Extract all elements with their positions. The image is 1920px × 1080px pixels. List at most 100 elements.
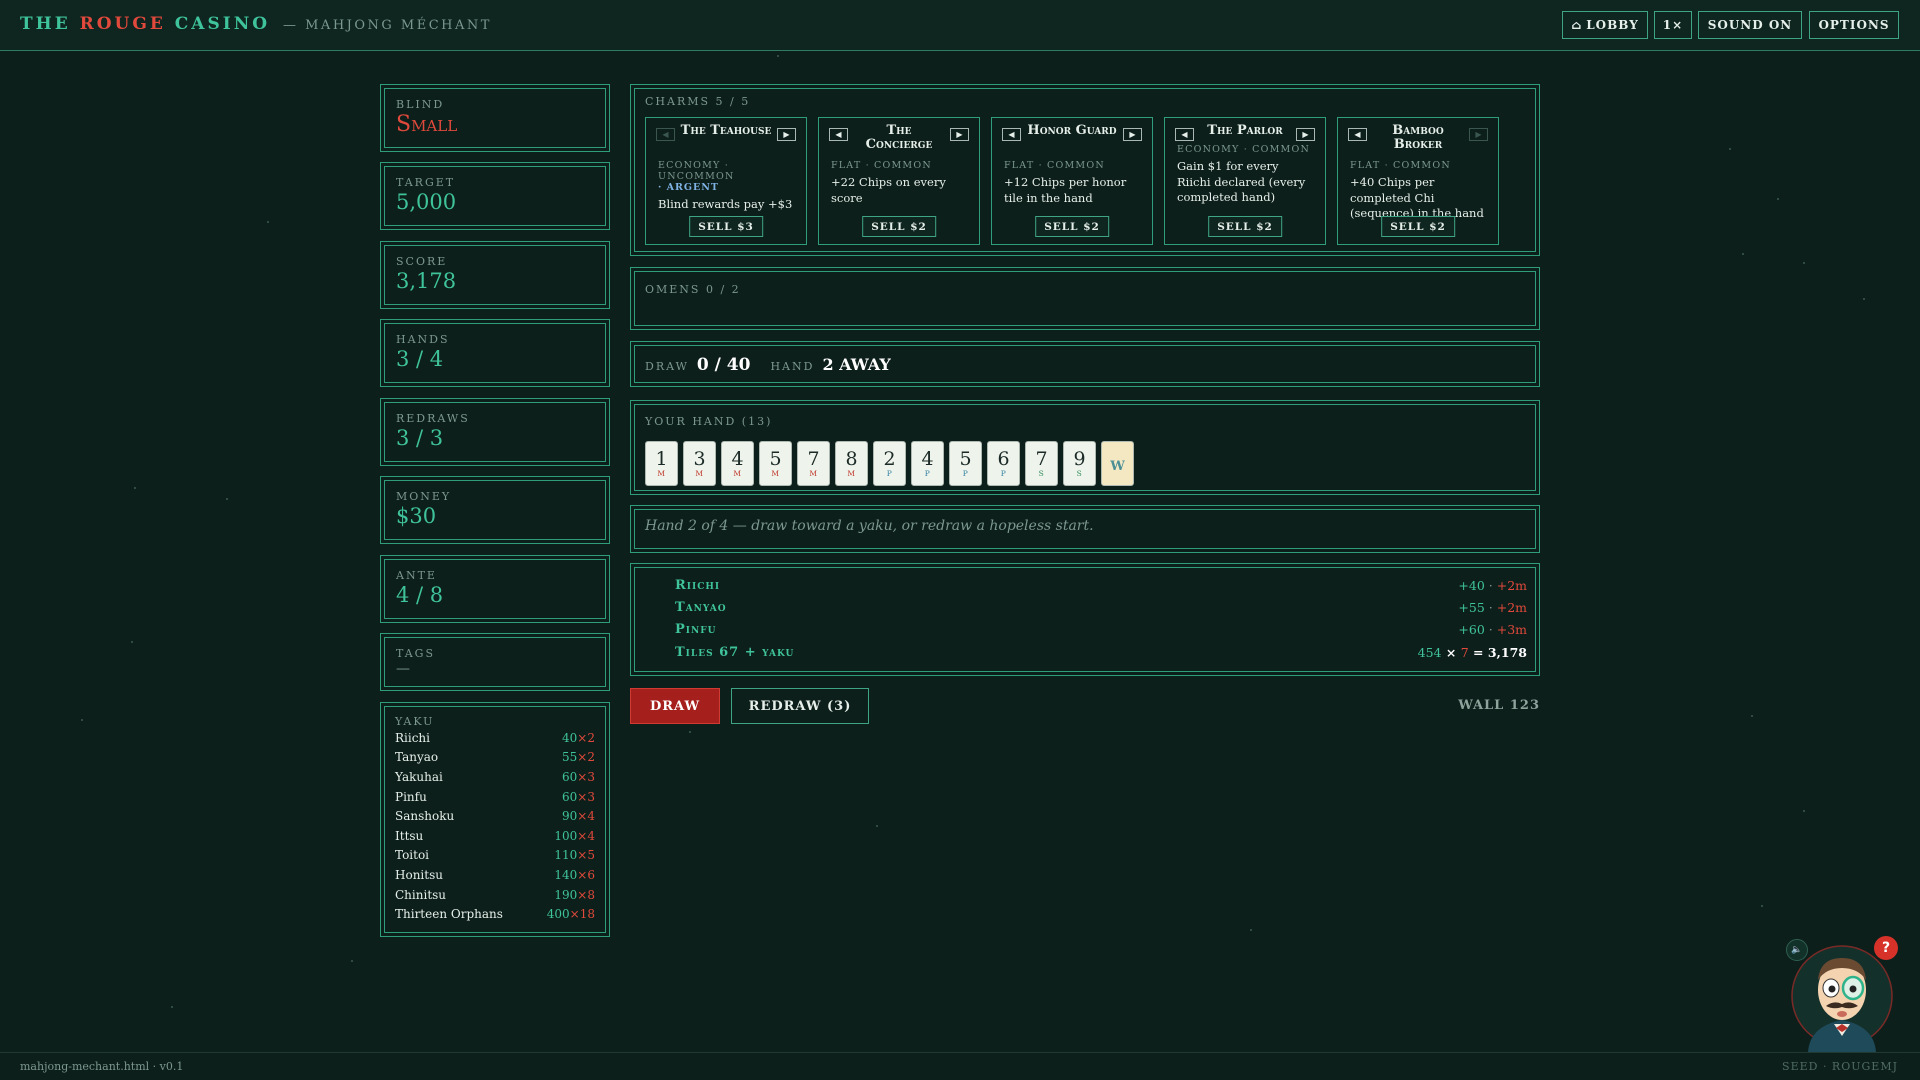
yaku-row: Riichi 40×2 [395,728,595,748]
charm-card: ◀ ▶ Honor Guard FLAT · COMMON +12 Chips per … [991,117,1153,245]
ante-value: 4 / 8 [396,583,444,607]
score-breakdown-row: Riichi +40 · +2m [675,576,1527,594]
sell-charm-button[interactable]: SELL $2 [1208,216,1282,237]
yaku-value: 60×3 [562,770,595,784]
yaku-value: 40×2 [562,731,595,745]
mahjong-tile[interactable]: 2P [873,441,906,486]
tile-rank: 5 [769,448,782,470]
sound-toggle-button[interactable]: SOUND ON [1698,11,1802,39]
options-button[interactable]: OPTIONS [1809,11,1899,39]
yaku-mult: ×18 [569,907,595,922]
sell-charm-button[interactable]: SELL $2 [1381,216,1455,237]
background-star [876,825,878,827]
yaku-chips: 110 [554,848,578,863]
scoring-panel: Riichi +40 · +2m Tanyao +55 · +2m Pinfu +60 ·… [630,563,1540,676]
move-right-arrow-icon[interactable]: ▶ [1296,128,1315,141]
mahjong-tile[interactable]: 7M [797,441,830,486]
score-breakdown-row: Pinfu +60 · +3m [675,620,1527,638]
wall-count: WALL 123 [1458,698,1540,713]
move-left-arrow-icon[interactable]: ◀ [829,128,848,141]
hand-panel: YOUR HAND (13) 1M3M4M5M7M8M2P4P5P6P7S9SW [630,400,1540,495]
brand-word-rouge: ROUGE [79,14,166,34]
yaku-name: Honitsu [395,867,443,882]
mahjong-tile[interactable]: 7S [1025,441,1058,486]
score-panel: SCORE 3,178 [380,241,610,309]
charm-description: +40 Chips per completed Chi (sequence) i… [1350,175,1484,220]
yaku-mult: ×4 [577,809,595,824]
sell-charm-button[interactable]: SELL $2 [1035,216,1109,237]
yaku-chips: 60 [562,769,578,784]
move-right-arrow-icon[interactable]: ▶ [1469,128,1488,141]
score-yaku-value: +55 · +2m [1458,600,1527,615]
move-left-arrow-icon[interactable]: ◀ [1002,128,1021,141]
sell-charm-button[interactable]: SELL $2 [862,216,936,237]
move-left-arrow-icon[interactable]: ◀ [1175,128,1194,141]
mahjong-tile[interactable]: 5P [949,441,982,486]
yaku-name: Toitoi [395,848,430,863]
score-chips: +55 [1458,599,1485,615]
score-chips: +60 [1458,621,1485,637]
draw-button[interactable]: DRAW [630,688,720,724]
mahjong-tile[interactable]: W [1101,441,1134,486]
brand-subtitle: — MAHJONG MÉCHANT [282,18,492,33]
yaku-value: 100×4 [554,829,595,843]
background-star [1777,198,1779,200]
home-icon: ⌂ [1571,18,1583,32]
score-yaku-name: Riichi [675,577,721,593]
tile-suit: P [924,469,931,478]
money-panel: MONEY $30 [380,476,610,544]
yaku-chips: 190 [554,887,578,902]
yaku-chips: 40 [562,730,578,745]
move-left-arrow-icon[interactable]: ◀ [1348,128,1367,141]
blind-label: BLIND [396,98,445,111]
charm-edition: · ARGENT [658,182,719,193]
mahjong-tile[interactable]: 5M [759,441,792,486]
charms-panel: CHARMS 5 / 5 ◀ ▶ The Teahouse ECONOMY · UNC… [630,84,1540,256]
move-right-arrow-icon[interactable]: ▶ [777,128,796,141]
tile-rank: 9 [1073,448,1086,470]
score-separator: · [1484,577,1497,593]
sell-charm-button[interactable]: SELL $3 [689,216,763,237]
background-star [1803,810,1805,812]
move-right-arrow-icon[interactable]: ▶ [950,128,969,141]
mahjong-tile[interactable]: 8M [835,441,868,486]
brand-title: THE ROUGE CASINO — MAHJONG MÉCHANT [20,14,492,34]
yaku-row: Yakuhai 60×3 [395,767,595,787]
money-label: MONEY [396,490,452,503]
tile-suit: P [886,469,893,478]
lobby-button[interactable]: ⌂ LOBBY [1562,11,1648,39]
redraw-button[interactable]: REDRAW (3) [731,688,869,724]
yaku-chips: 100 [554,828,578,843]
mahjong-tile[interactable]: 1M [645,441,678,486]
mahjong-tile[interactable]: 9S [1063,441,1096,486]
charm-name: Bamboo Broker [1392,123,1444,152]
mahjong-tile[interactable]: 3M [683,441,716,486]
yaku-chips: 60 [562,789,578,804]
mahjong-tile[interactable]: 4P [911,441,944,486]
move-right-arrow-icon[interactable]: ▶ [1123,128,1142,141]
seed-label: SEED · ROUGEMJ [1782,1060,1898,1073]
ante-label: ANTE [396,569,437,582]
yaku-mult: ×5 [577,848,595,863]
yaku-row: Toitoi 110×5 [395,846,595,866]
tile-rank: 1 [655,448,668,470]
yaku-name: Ittsu [395,828,424,843]
yaku-row: Honitsu 140×6 [395,865,595,885]
yaku-mult: ×8 [577,887,595,902]
charm-description: +22 Chips on every score [831,175,946,205]
top-bar: THE ROUGE CASINO — MAHJONG MÉCHANT ⌂ LOB… [0,0,1920,51]
tile-rank: 5 [959,448,972,470]
mahjong-tile[interactable]: 4M [721,441,754,486]
blind-panel: BLIND Small [380,84,610,152]
background-star [1803,262,1805,264]
mahjong-tile[interactable]: 6P [987,441,1020,486]
yaku-chips: 55 [562,750,578,765]
speed-button[interactable]: 1× [1654,11,1692,39]
yaku-mult: ×2 [577,750,595,765]
redraws-label: REDRAWS [396,412,470,425]
tile-rank: 8 [845,448,858,470]
move-left-arrow-icon[interactable]: ◀ [656,128,675,141]
score-mult: +3m [1496,621,1527,637]
progress-panel: DRAW 0 / 40 HAND 2 AWAY [630,341,1540,387]
tile-suit: M [695,469,704,478]
